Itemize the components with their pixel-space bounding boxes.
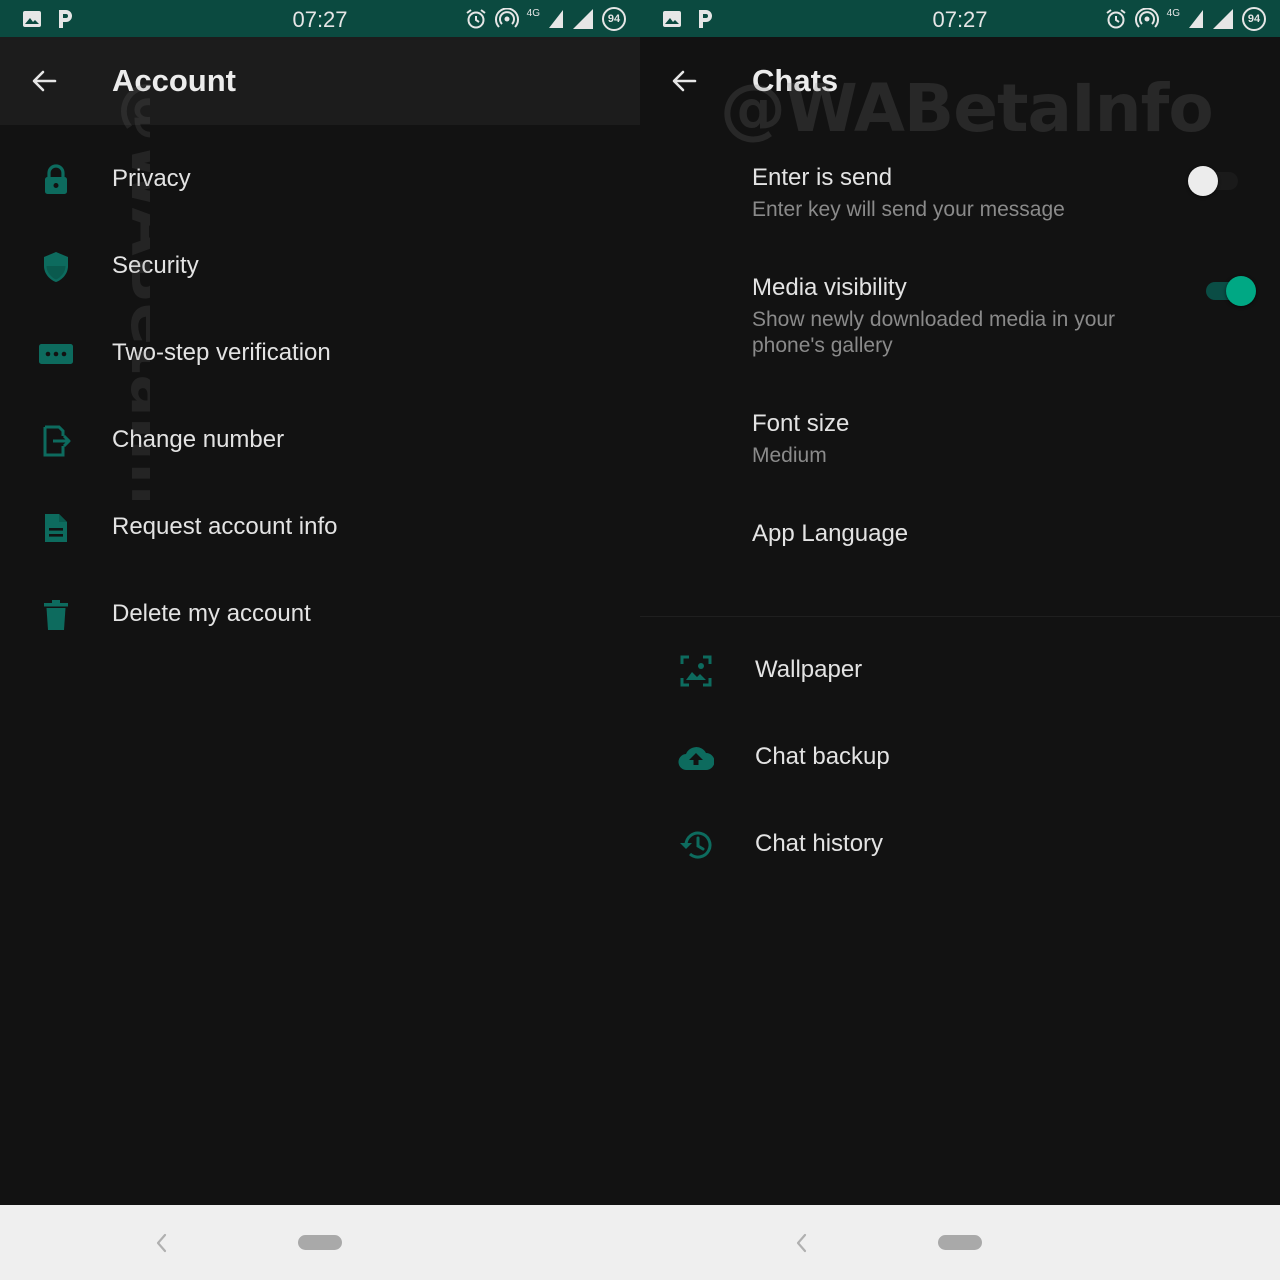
page-title: Chats	[752, 63, 839, 98]
account-item-privacy[interactable]: Privacy	[0, 136, 640, 223]
setting-subtitle: Enter key will send your message	[752, 198, 1065, 221]
signal-4g-icon	[549, 10, 563, 28]
setting-title: App Language	[752, 520, 909, 547]
account-item-label: Privacy	[112, 165, 191, 192]
status-icons: 4G 94	[1105, 7, 1266, 31]
back-button[interactable]	[666, 63, 702, 99]
arrow-left-icon	[32, 70, 57, 92]
setting-label: Wallpaper	[755, 656, 863, 683]
status-icons: 4G 94	[465, 7, 626, 31]
signal-icon	[573, 9, 593, 29]
account-item-label: Delete my account	[112, 600, 311, 627]
account-item-security[interactable]: Security	[0, 223, 640, 310]
battery-badge: 94	[1242, 7, 1266, 31]
app-bar: Chats	[640, 37, 1280, 125]
nav-back-icon[interactable]	[150, 1229, 174, 1257]
setting-enter-is-send[interactable]: Enter is send Enter key will send your m…	[640, 140, 1280, 240]
account-item-label: Request account info	[112, 513, 338, 540]
account-item-label: Two-step verification	[112, 339, 331, 366]
signal-4g-icon	[1189, 10, 1203, 28]
alarm-icon	[466, 9, 486, 29]
battery-level: 94	[1247, 13, 1261, 25]
chats-settings-screen: 07:27 4G 94 Chats @WABetaInfo Enter is s…	[640, 0, 1280, 1280]
history-icon	[676, 826, 716, 864]
lock-icon	[36, 163, 76, 197]
system-nav-bar	[0, 1205, 640, 1280]
status-bar: 07:27 4G 94	[640, 0, 1280, 37]
setting-chat-backup[interactable]: Chat backup	[640, 715, 1280, 802]
nav-back-icon[interactable]	[790, 1229, 814, 1257]
alarm-icon	[1106, 9, 1126, 29]
section-divider	[640, 616, 1280, 617]
toggle-thumb	[1188, 166, 1218, 196]
account-item-label: Change number	[112, 426, 285, 453]
setting-app-language[interactable]: App Language	[640, 496, 1280, 576]
signal-icon	[1213, 9, 1233, 29]
wallpaper-icon	[676, 652, 716, 690]
nav-home-pill[interactable]	[298, 1235, 342, 1250]
status-bar: 07:27 4G 94	[0, 0, 640, 37]
setting-subtitle: Show newly downloaded media in your phon…	[752, 308, 1116, 357]
arrow-left-icon	[672, 70, 697, 92]
account-screen: 07:27 4G 94 Account Privacy Security Two…	[0, 0, 640, 1280]
account-item-delete-my-account[interactable]: Delete my account	[0, 571, 640, 658]
setting-title: Media visibility	[752, 274, 907, 301]
toggle-thumb	[1226, 276, 1256, 306]
app-bar: Account	[0, 37, 640, 125]
setting-label: Chat history	[755, 830, 884, 857]
account-item-two-step-verification[interactable]: Two-step verification	[0, 310, 640, 397]
setting-font-size[interactable]: Font size Medium	[640, 386, 1280, 486]
cloud-upload-icon	[676, 739, 716, 777]
setting-wallpaper[interactable]: Wallpaper	[640, 628, 1280, 715]
document-icon	[36, 511, 76, 545]
system-nav-bar	[640, 1205, 1280, 1280]
sim-swap-icon	[36, 424, 76, 458]
setting-media-visibility[interactable]: Media visibility Show newly downloaded m…	[640, 250, 1280, 375]
setting-chat-history[interactable]: Chat history	[640, 802, 1280, 889]
shield-icon	[36, 250, 76, 284]
media-visibility-toggle[interactable]	[1200, 276, 1256, 306]
trash-icon	[36, 598, 76, 632]
setting-title: Enter is send	[752, 164, 893, 191]
page-title: Account	[112, 63, 236, 98]
network-type: 4G	[1166, 7, 1180, 19]
back-button[interactable]	[26, 63, 62, 99]
account-item-change-number[interactable]: Change number	[0, 397, 640, 484]
setting-label: Chat backup	[755, 743, 890, 770]
dots-password-icon	[36, 337, 76, 371]
enter-is-send-toggle[interactable]	[1188, 166, 1244, 196]
setting-value: Medium	[752, 444, 827, 467]
nav-home-pill[interactable]	[938, 1235, 982, 1250]
setting-title: Font size	[752, 410, 850, 437]
hotspot-icon	[1134, 8, 1159, 28]
account-item-label: Security	[112, 252, 199, 279]
battery-badge: 94	[602, 7, 626, 31]
account-item-request-account-info[interactable]: Request account info	[0, 484, 640, 571]
battery-level: 94	[607, 13, 621, 25]
hotspot-icon	[494, 8, 519, 28]
network-type: 4G	[526, 7, 540, 19]
